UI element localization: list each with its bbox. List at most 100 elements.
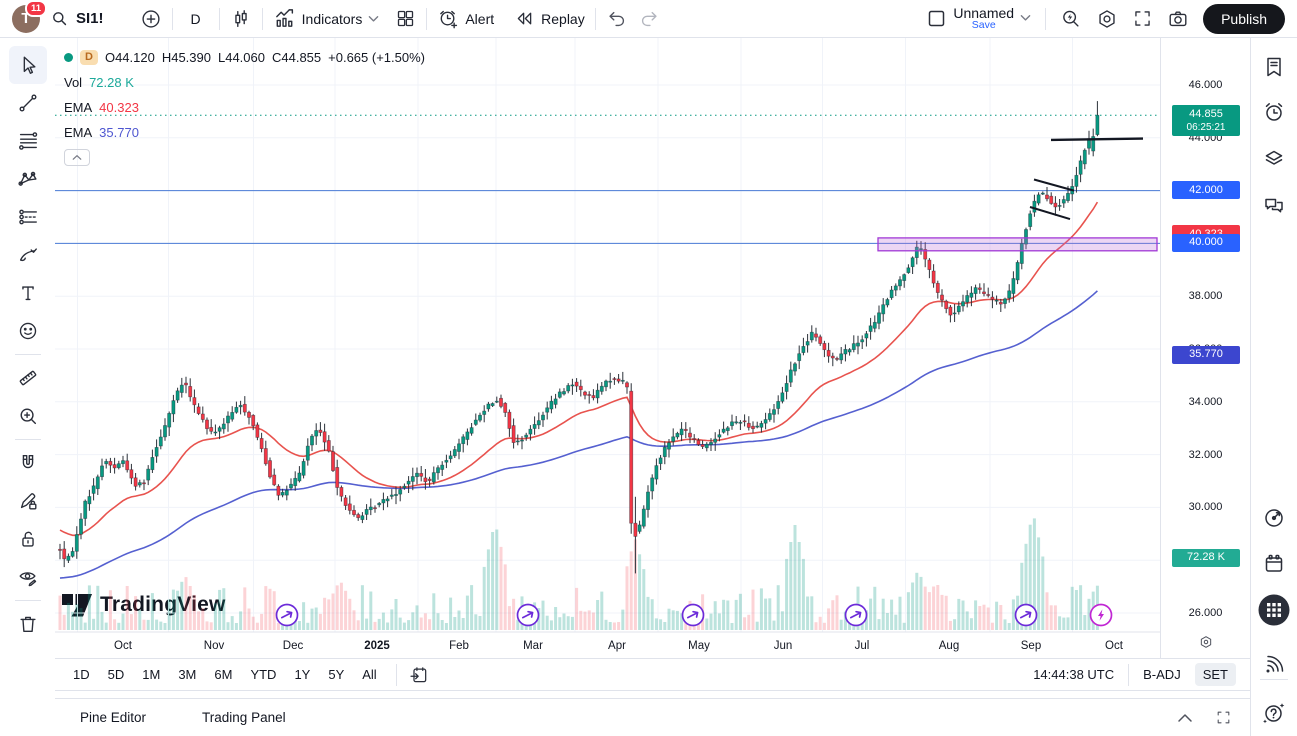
range-5y[interactable]: 5Y	[321, 663, 351, 686]
contract-rollover-marker[interactable]	[1016, 605, 1037, 626]
price-axis[interactable]: 46.00044.00038.00036.00034.00032.00030.0…	[1160, 38, 1250, 658]
price-tick: 46.000	[1161, 78, 1250, 92]
cursor-icon	[17, 54, 39, 76]
pine-editor-tab[interactable]: Pine Editor	[80, 710, 146, 725]
interval-badge[interactable]: D	[80, 50, 98, 65]
settings-button[interactable]	[1096, 8, 1118, 30]
streams-button[interactable]	[1262, 653, 1286, 677]
time-axis-label: Oct	[114, 640, 133, 652]
calendar-button[interactable]	[1262, 552, 1286, 576]
apps-button[interactable]	[1257, 593, 1291, 627]
contract-rollover-marker[interactable]	[277, 605, 298, 626]
search-icon	[50, 9, 69, 28]
go-to-date-button[interactable]	[409, 665, 429, 685]
indicators-icon	[273, 7, 296, 30]
time-axis-label: Jul	[855, 640, 870, 652]
layout-square-icon	[926, 8, 947, 29]
screener-button[interactable]	[1262, 506, 1286, 530]
hotlists-button[interactable]	[1262, 146, 1286, 170]
contract-rollover-marker[interactable]	[846, 605, 867, 626]
clock[interactable]: 14:44:38 UTC	[1033, 667, 1114, 682]
symbol-search-button[interactable]: SI1!	[50, 9, 104, 28]
time-axis-label: Apr	[608, 640, 626, 652]
remove-drawings-tool[interactable]	[9, 605, 47, 643]
time-axis-label: May	[688, 640, 710, 652]
undo-button[interactable]	[606, 8, 628, 30]
timeframe-toolbar: 1D5D1M3M6MYTD1Y5YAll 14:44:38 UTC B-ADJ …	[0, 658, 1250, 691]
text-tool[interactable]	[9, 274, 47, 312]
hide-drawings-tool[interactable]	[9, 558, 47, 596]
range-ytd[interactable]: YTD	[243, 663, 283, 686]
grid-icon	[395, 8, 416, 29]
chevron-up-icon	[72, 154, 82, 161]
quick-search-button[interactable]	[1060, 8, 1082, 30]
indicators-button[interactable]: Indicators	[273, 7, 380, 30]
legend-collapse-button[interactable]	[64, 149, 90, 166]
projection-icon	[17, 206, 39, 228]
brush-tool[interactable]	[9, 236, 47, 274]
magnet-icon	[17, 452, 39, 474]
ema-fast-label[interactable]: EMA	[64, 101, 92, 114]
redo-button[interactable]	[638, 8, 660, 30]
chat-button[interactable]	[1262, 193, 1286, 217]
chart-style-button[interactable]	[230, 8, 252, 30]
time-axis-label: Jun	[774, 640, 793, 652]
save-label[interactable]: Save	[972, 20, 996, 31]
ema-slow-label[interactable]: EMA	[64, 126, 92, 139]
fib-retracement-tool[interactable]	[9, 122, 47, 160]
range-6m[interactable]: 6M	[207, 663, 239, 686]
replay-button[interactable]: Replay	[514, 8, 585, 29]
user-avatar[interactable]: T 11	[12, 5, 40, 33]
help-button[interactable]	[1261, 700, 1287, 726]
range-all[interactable]: All	[355, 663, 383, 686]
screenshot-button[interactable]	[1167, 8, 1189, 30]
range-1y[interactable]: 1Y	[287, 663, 317, 686]
fib-retracement-icon	[17, 130, 39, 152]
zoom-in-tool[interactable]	[9, 397, 47, 435]
alert-clock-icon	[437, 8, 459, 30]
ohlc-change: +0.665 (+1.50%)	[328, 51, 425, 64]
settlement-marker[interactable]	[1091, 605, 1112, 626]
range-1m[interactable]: 1M	[135, 663, 167, 686]
magnet-tool[interactable]	[9, 444, 47, 482]
fullscreen-button[interactable]	[1132, 8, 1153, 29]
panel-chevron-up-icon[interactable]	[1177, 713, 1193, 723]
range-1d[interactable]: 1D	[66, 663, 97, 686]
range-buttons: 1D5D1M3M6MYTD1Y5YAll	[66, 663, 384, 686]
watchlist-button[interactable]	[1262, 55, 1286, 79]
time-axis-label: Sep	[1021, 640, 1041, 652]
panel-expand-icon[interactable]	[1215, 709, 1232, 726]
layout-grid-button[interactable]	[395, 8, 416, 29]
volume-label: Vol	[64, 76, 82, 89]
contract-rollover-marker[interactable]	[518, 605, 539, 626]
range-5d[interactable]: 5D	[101, 663, 132, 686]
lock-all-drawings-tool[interactable]	[9, 520, 47, 558]
measure-tool[interactable]	[9, 359, 47, 397]
alerts-button[interactable]	[1262, 100, 1286, 124]
time-axis-label: Oct	[1105, 640, 1124, 652]
price-axis-settings-icon[interactable]	[1198, 634, 1214, 650]
time-axis-label: Dec	[283, 640, 304, 652]
contract-rollover-marker[interactable]	[683, 605, 704, 626]
xabcd-pattern-icon	[17, 168, 39, 190]
adjustment-toggle[interactable]: B-ADJ	[1143, 667, 1181, 682]
trend-line-tool[interactable]	[9, 84, 47, 122]
candles-icon	[230, 8, 252, 30]
price-badge: 35.770	[1172, 346, 1240, 364]
session-toggle[interactable]: SET	[1195, 663, 1236, 686]
projection-tool[interactable]	[9, 198, 47, 236]
drawing-lock-mode-tool[interactable]	[9, 482, 47, 520]
range-3m[interactable]: 3M	[171, 663, 203, 686]
cursor-tool[interactable]	[9, 46, 47, 84]
interval-button[interactable]: D	[183, 11, 209, 27]
alert-button[interactable]: Alert	[437, 8, 494, 30]
compare-add-button[interactable]	[140, 8, 162, 30]
pattern-tool[interactable]	[9, 160, 47, 198]
emoji-tool[interactable]	[9, 312, 47, 350]
trading-panel-tab[interactable]: Trading Panel	[202, 710, 286, 725]
drawing-toolbar	[0, 38, 55, 736]
publish-button[interactable]: Publish	[1203, 4, 1285, 34]
save-layout-button[interactable]: Unnamed Save	[926, 6, 1031, 32]
time-axis-label: 2025	[364, 640, 390, 652]
layout-name: Unnamed	[953, 6, 1014, 21]
